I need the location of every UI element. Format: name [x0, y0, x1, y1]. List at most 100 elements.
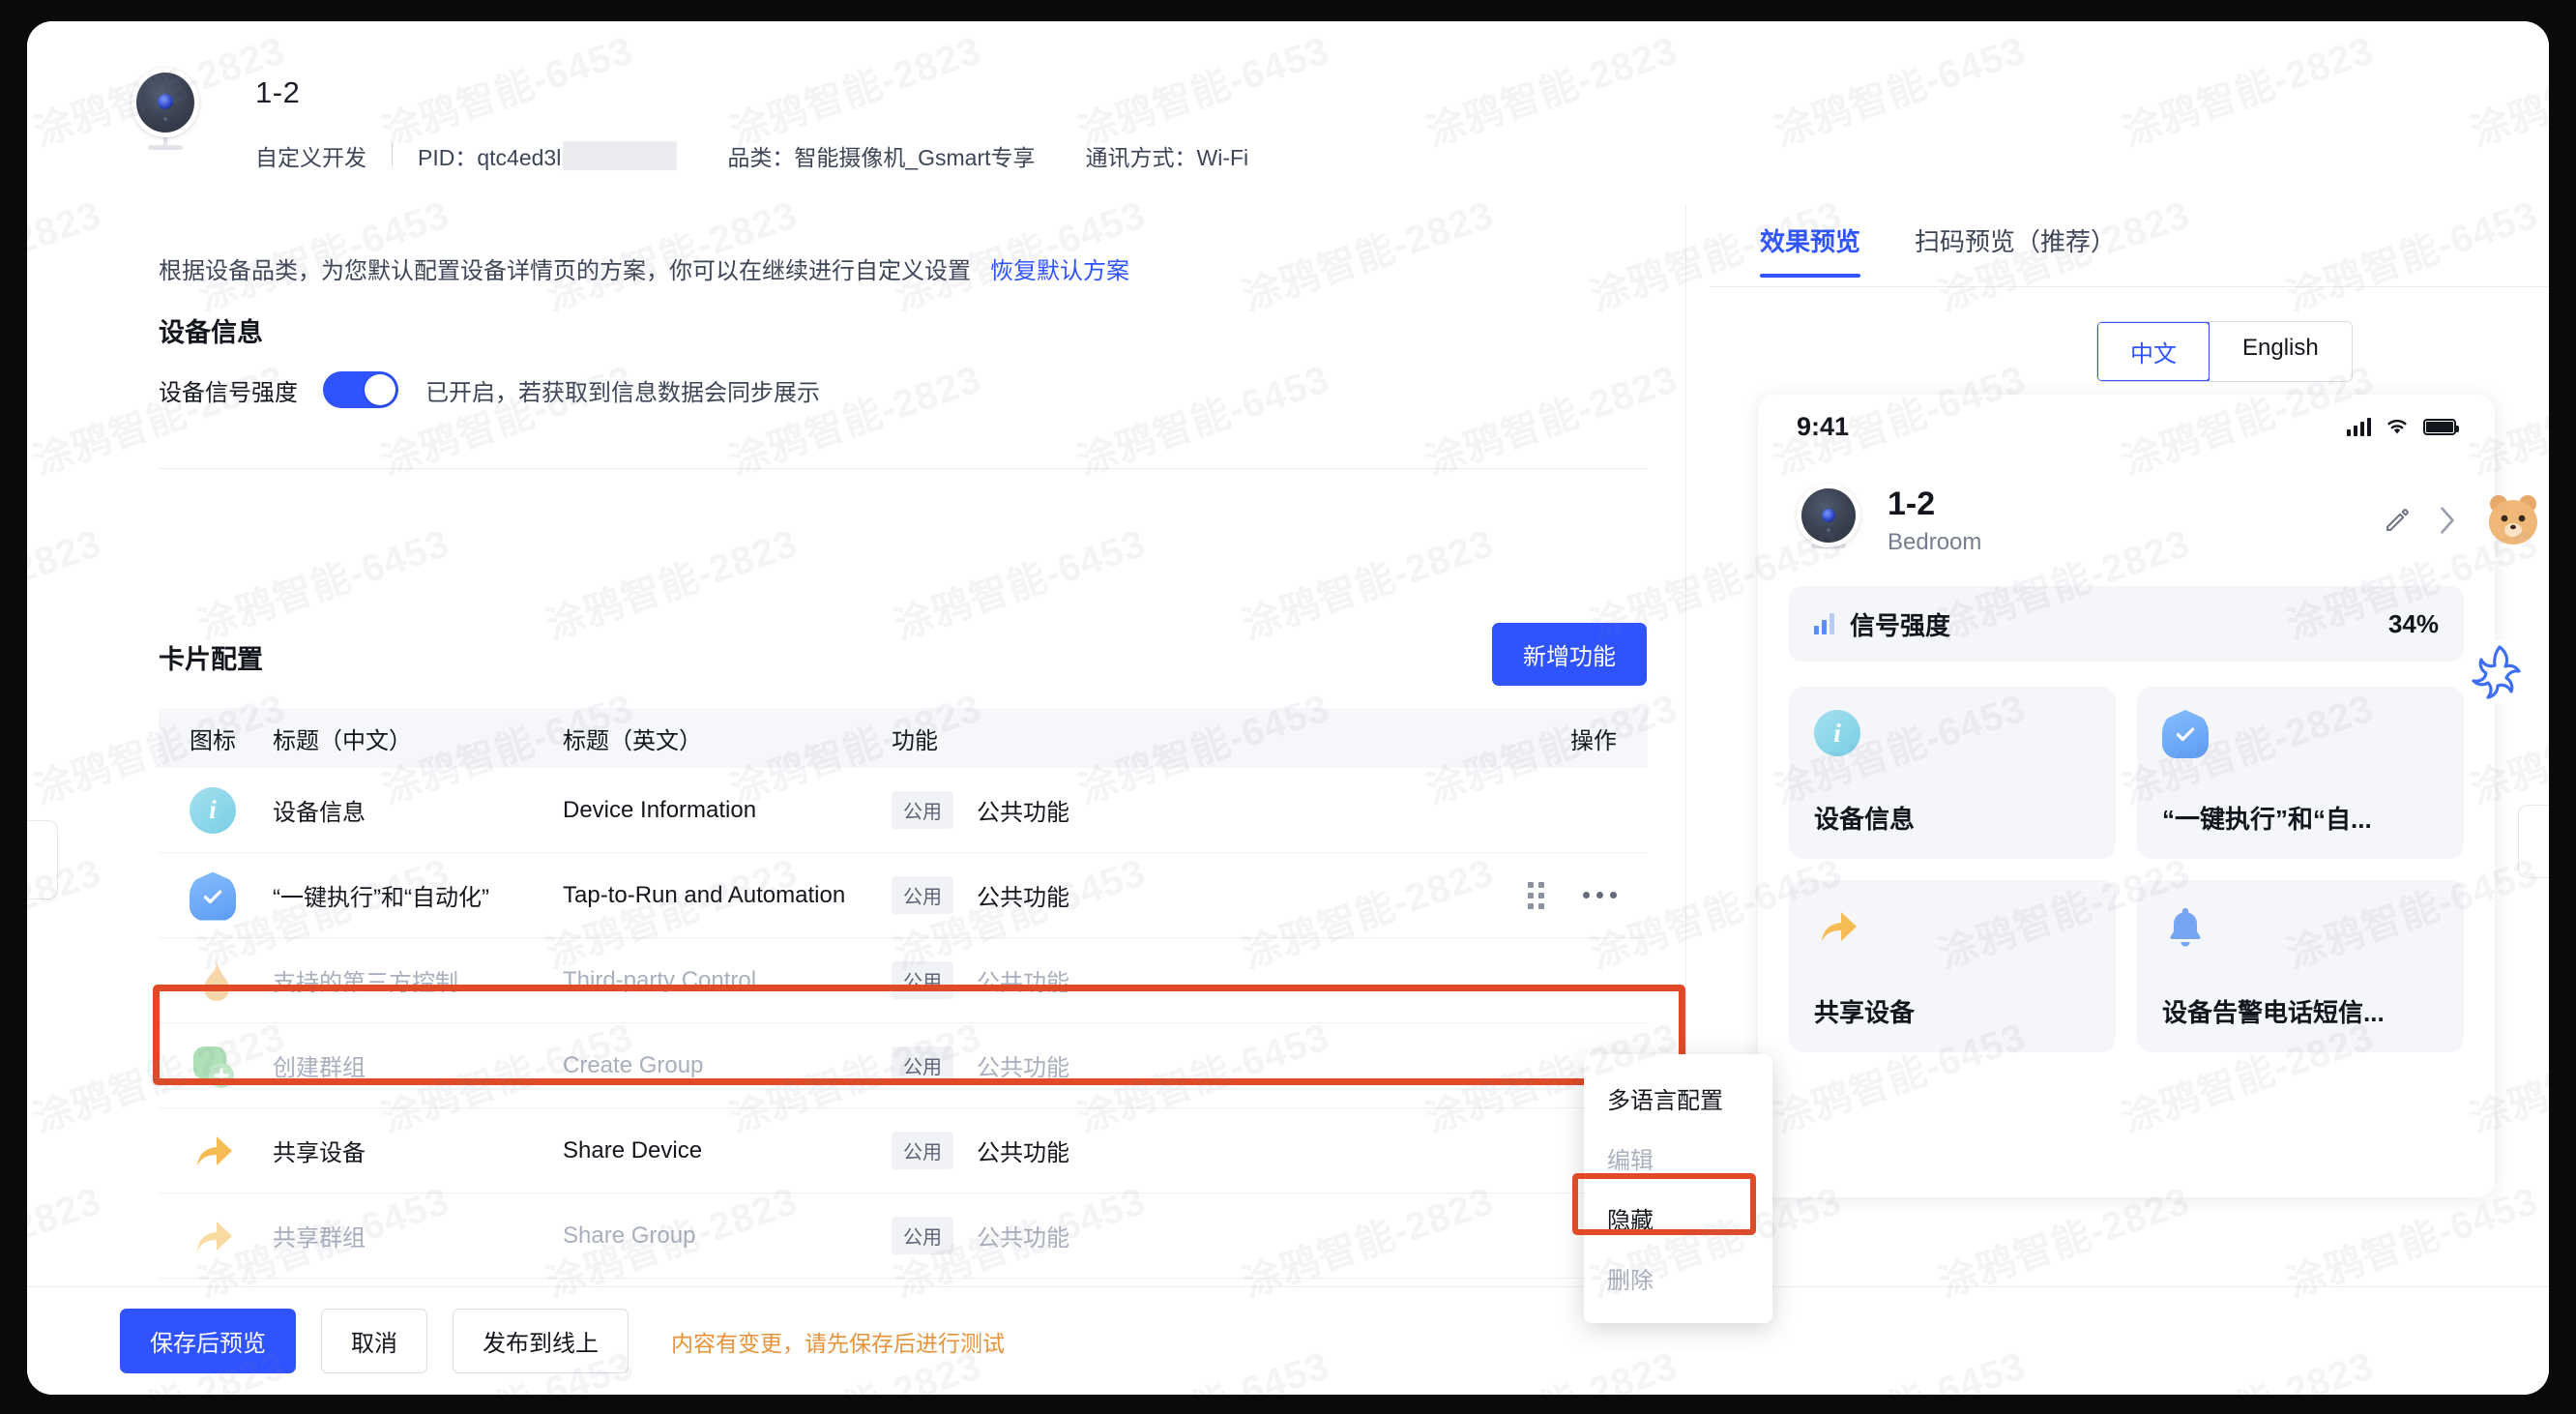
config-pane: 根据设备品类，为您默认配置设备详情页的方案，你可以在继续进行自定义设置 恢复默认方… [120, 205, 1686, 1304]
phone-device-room: Bedroom [1888, 528, 1982, 555]
add-feature-button[interactable]: 新增功能 [1492, 623, 1647, 686]
row-icon-cell [159, 1128, 273, 1174]
row-function-cell: 公用 公共功能 [892, 1217, 1317, 1254]
row-function-cell: 公用 公共功能 [892, 1132, 1317, 1169]
row-title-en: Device Information [563, 796, 757, 823]
signal-toggle-hint: 已开启，若获取到信息数据会同步展示 [425, 379, 820, 406]
edit-pencil-icon[interactable] [2383, 506, 2412, 535]
table-row[interactable]: 共享设备 Share Device 公用 公共功能 [159, 1108, 1648, 1193]
preview-pane: 效果预览 扫码预览（推荐） 中文 English 9:41 1-2 Bedroo… [1710, 193, 2549, 1310]
col-header-title-cn: 标题（中文） [273, 727, 412, 754]
device-info-heading: 设备信息 [159, 318, 263, 347]
phone-preview: 9:41 1-2 Bedroom 信号强度 34% i 设备信息 “一键执行”和… [1758, 395, 2495, 1197]
phone-device-name: 1-2 [1888, 485, 1936, 522]
row-title-en: Create Group [563, 1051, 704, 1078]
save-and-preview-button[interactable]: 保存后预览 [120, 1309, 296, 1373]
preview-tabs: 效果预览 扫码预览（推荐） [1760, 222, 2116, 278]
publish-button[interactable]: 发布到线上 [453, 1309, 629, 1373]
more-options-icon[interactable] [1583, 892, 1617, 898]
row-context-menu[interactable]: 多语言配置 编辑 隐藏 删除 [1584, 1054, 1772, 1323]
chevron-right-icon[interactable] [2437, 506, 2458, 535]
table-header-row: 图标 标题（中文） 标题（英文） 功能 操作 [159, 708, 1648, 768]
unsaved-changes-note: 内容有变更，请先保存后进行测试 [671, 1330, 1005, 1356]
row-icon-cell [159, 1043, 273, 1089]
row-icon-cell [159, 957, 273, 1004]
col-header-function: 功能 [892, 727, 938, 754]
lang-button-en[interactable]: English [2210, 322, 2352, 381]
sidebar-collapse-handle[interactable] [27, 820, 58, 899]
table-row[interactable]: 创建群组 Create Group 公用 公共功能 [159, 1023, 1648, 1108]
preview-card[interactable]: 设备告警电话短信... [2137, 880, 2464, 1052]
card-config-heading: 卡片配置 [159, 645, 263, 674]
signal-toggle-row: 设备信号强度 已开启，若获取到信息数据会同步展示 [159, 371, 820, 408]
app-page: 1-2 自定义开发 PID：qtc4ed3l 品类：智能摄像机_Gsmart专享… [27, 21, 2549, 1395]
create-group-icon [190, 1043, 236, 1089]
share-arrow-icon [190, 1213, 236, 1259]
row-function-label: 公共功能 [977, 1055, 1069, 1081]
row-function-cell: 公用 公共功能 [892, 1046, 1317, 1084]
col-header-icon: 图标 [190, 727, 236, 754]
table-row[interactable]: “一键执行”和“自动化” Tap-to-Run and Automation 公用公… [159, 853, 1648, 938]
row-icon-cell: i [159, 786, 273, 834]
copilot-icon[interactable] [2466, 638, 2533, 706]
body-area: 根据设备品类，为您默认配置设备详情页的方案，你可以在继续进行自定义设置 恢复默认方… [27, 193, 2549, 1323]
language-toggle: 中文 English [2096, 321, 2353, 382]
signal-card-value: 34% [2387, 608, 2439, 638]
lang-button-zh[interactable]: 中文 [2096, 322, 2210, 381]
tab-effect-preview[interactable]: 效果预览 [1760, 222, 1861, 278]
signal-strength-card[interactable]: 信号强度 34% [1789, 586, 2464, 662]
cellular-signal-icon [2347, 417, 2371, 436]
drag-handle-icon[interactable] [1528, 881, 1544, 909]
bell-icon [2162, 903, 2209, 950]
table-row[interactable]: i 设备信息 Device Information 公用 公共功能 [159, 768, 1648, 853]
row-function-label: 公共功能 [977, 1225, 1069, 1252]
public-tag: 公用 [892, 1132, 953, 1169]
phone-header-actions [2383, 506, 2458, 535]
check-shield-icon [190, 871, 236, 921]
ctx-item-hide[interactable]: 隐藏 [1584, 1188, 1772, 1248]
ctx-item-edit[interactable]: 编辑 [1584, 1128, 1772, 1188]
right-edge-handle[interactable] [2518, 805, 2549, 878]
row-title-cn: 支持的第三方控制 [273, 970, 458, 996]
camera-icon [124, 68, 207, 151]
cancel-button[interactable]: 取消 [321, 1309, 427, 1373]
table-row[interactable]: 支持的第三方控制 Third-party Control 公用 公共功能 [159, 938, 1648, 1023]
signal-card-label: 信号强度 [1850, 610, 1951, 640]
info-circle-icon: i [190, 786, 236, 834]
public-tag: 公用 [892, 791, 953, 829]
ctx-item-delete[interactable]: 删除 [1584, 1248, 1772, 1308]
public-tag: 公用 [892, 961, 953, 999]
row-title-en: Tap-to-Run and Automation [563, 881, 846, 908]
row-function-label: 公共功能 [977, 1140, 1069, 1166]
row-function-label: 公共功能 [977, 885, 1069, 911]
row-title-cn: 共享设备 [273, 1140, 366, 1166]
status-time: 9:41 [1797, 411, 1850, 441]
restore-default-link[interactable]: 恢复默认方案 [990, 258, 1129, 284]
signal-toggle-label: 设备信号强度 [159, 379, 298, 406]
ctx-item-multilang[interactable]: 多语言配置 [1584, 1068, 1772, 1128]
pid-redacted-block [563, 141, 678, 170]
pid-label: PID：qtc4ed3l [418, 145, 562, 170]
category-label: 品类：智能摄像机_Gsmart专享 [727, 145, 1036, 170]
preview-card[interactable]: “一键执行”和“自... [2137, 687, 2464, 859]
preview-card[interactable]: i 设备信息 [1789, 687, 2116, 859]
signal-bars-icon [1814, 613, 1834, 634]
preview-card[interactable]: 共享设备 [1789, 880, 2116, 1052]
comm-label: 通讯方式：Wi-Fi [1085, 145, 1249, 170]
camera-icon [1795, 484, 1862, 557]
tabs-underline [1710, 286, 2549, 287]
row-function-label: 公共功能 [977, 970, 1069, 996]
section-divider [159, 468, 1648, 469]
row-function-cell: 公用 公共功能 [892, 961, 1317, 999]
battery-icon [2423, 418, 2459, 435]
signal-strength-toggle[interactable] [323, 371, 398, 408]
phone-device-header: 1-2 Bedroom [1758, 458, 2495, 586]
intro-text: 根据设备品类，为您默认配置设备详情页的方案，你可以在继续进行自定义设置 恢复默认方… [159, 251, 1129, 285]
meta-divider [392, 144, 393, 167]
public-tag: 公用 [892, 876, 953, 914]
table-row[interactable]: 共享群组 Share Group 公用 公共功能 [159, 1193, 1648, 1279]
col-header-title-en: 标题（英文） [563, 727, 702, 754]
screen-root: 1-2 自定义开发 PID：qtc4ed3l 品类：智能摄像机_Gsmart专享… [0, 0, 2576, 1414]
bear-mascot-icon[interactable] [2485, 491, 2545, 547]
tab-scan-preview[interactable]: 扫码预览（推荐） [1915, 222, 2116, 278]
